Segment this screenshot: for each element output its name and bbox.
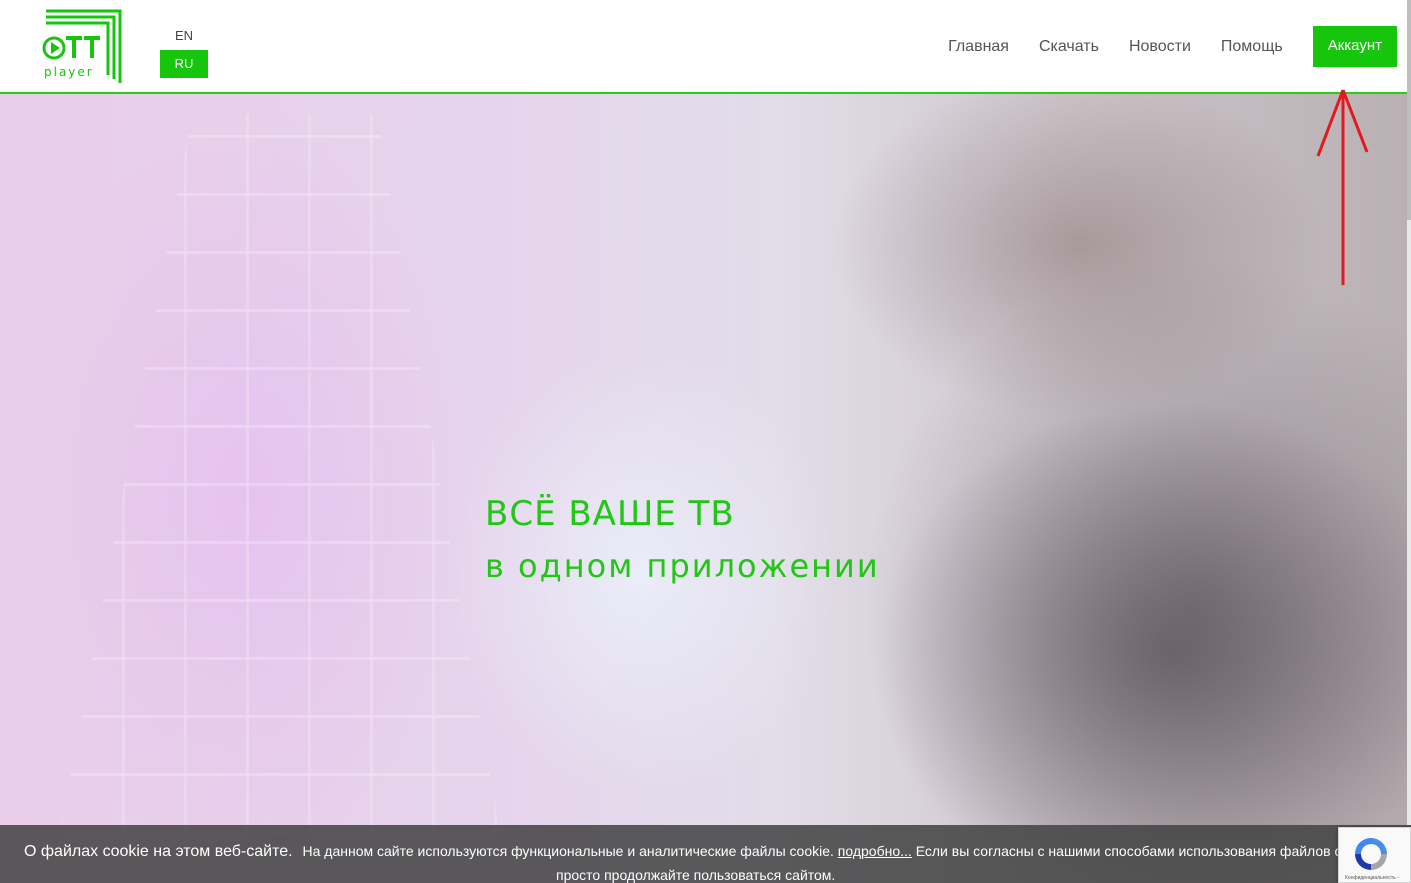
site-header: player EN RU Главная Скачать Новости Пом…: [0, 0, 1411, 94]
nav-item-download[interactable]: Скачать: [1039, 27, 1099, 67]
hero-title: ВСЁ ВАШЕ ТВ: [485, 494, 735, 534]
cookie-banner: О файлах cookie на этом веб-сайте. На да…: [0, 825, 1411, 883]
cookie-description: На данном сайте используются функциональ…: [302, 843, 834, 859]
red-arrow-annotation: [1316, 89, 1369, 285]
cookie-title: О файлах cookie на этом веб-сайте.: [24, 843, 293, 860]
cookie-consent-text: Если вы согласны с нашими способами испо…: [915, 843, 1379, 859]
account-button[interactable]: Аккаунт: [1312, 26, 1397, 67]
cookie-consent-text-line2: просто продолжайте пользоваться сайтом.: [556, 867, 836, 883]
hero-background-image: [60, 114, 500, 834]
ott-player-logo[interactable]: player: [40, 7, 124, 87]
cookie-more-link[interactable]: подробно...: [838, 843, 912, 859]
logo-subtext: player: [44, 65, 94, 79]
nav-item-home[interactable]: Главная: [948, 27, 1009, 67]
nav-item-help[interactable]: Помощь: [1221, 27, 1283, 67]
language-switcher: EN RU: [160, 26, 208, 78]
recaptcha-privacy-text: Конфиденциальность -: [1345, 875, 1399, 881]
hero-subtitle: в одном приложении: [485, 547, 880, 585]
recaptcha-badge[interactable]: Конфиденциальность -: [1338, 827, 1411, 883]
scrollbar-thumb[interactable]: [1407, 0, 1411, 220]
nav-item-news[interactable]: Новости: [1129, 27, 1191, 67]
page-scrollbar[interactable]: [1407, 0, 1411, 825]
hero-section: ВСЁ ВАШЕ ТВ в одном приложении: [0, 94, 1411, 883]
language-en[interactable]: EN: [160, 26, 208, 46]
logo-icon: player: [42, 9, 122, 83]
language-ru[interactable]: RU: [160, 50, 208, 78]
main-nav: Главная Скачать Новости Помощь Аккаунт: [948, 26, 1397, 67]
recaptcha-icon: [1355, 838, 1387, 870]
hero-background-shadow: [860, 254, 1411, 883]
cookie-text: О файлах cookie на этом веб-сайте. На да…: [24, 843, 1379, 861]
